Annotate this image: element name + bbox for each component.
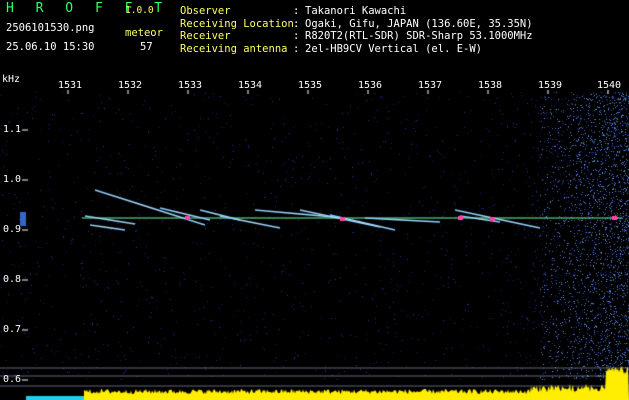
freq-tick-label: 0.9 <box>3 224 22 235</box>
app-version: 1.0.0 <box>125 5 154 16</box>
time-tick-label: 1536 <box>358 80 383 91</box>
time-tick-label: 1532 <box>118 80 143 91</box>
timestamp: 25.06.10 15:30 <box>6 41 95 53</box>
file-name: 2506101530.png <box>6 22 95 34</box>
time-tick-label: 1531 <box>58 80 83 91</box>
info-value: Ogaki, Gifu, JAPAN (136.60E, 35.35N) <box>305 17 533 30</box>
info-separator: : <box>293 17 306 30</box>
frequency-unit-label: kHz <box>2 74 21 85</box>
info-separator: : <box>293 5 306 17</box>
header-panel: H R O F F T 1.0.0 2506101530.png meteor … <box>0 0 629 70</box>
freq-tick-label: 1.0 <box>3 174 22 185</box>
time-tick-label: 1535 <box>298 80 323 91</box>
time-tick-label: 1533 <box>178 80 203 91</box>
info-separator: : <box>293 42 306 55</box>
info-value: 2el-HB9CV Vertical (el. E-W) <box>305 42 483 55</box>
freq-tick-label: 0.6 <box>3 374 22 385</box>
info-label: Receiving Location <box>180 17 294 30</box>
time-tick-label: 1538 <box>478 80 503 91</box>
spectrogram-panel: kHz 1531 1532 1533 1534 1535 1536 1537 1… <box>0 70 629 400</box>
info-row-location: Receiving Location : Ogaki, Gifu, JAPAN … <box>180 18 533 31</box>
info-separator: : <box>293 30 306 42</box>
freq-tick-label: 0.8 <box>3 274 22 285</box>
time-tick-label: 1540 <box>597 80 622 91</box>
hrofft-window: H R O F F T 1.0.0 2506101530.png meteor … <box>0 0 629 400</box>
spectrogram-canvas <box>0 70 629 400</box>
info-row-receiver: Receiver : R820T2(RTL-SDR) SDR-Sharp 53.… <box>180 30 533 43</box>
info-row-observer: Observer : Takanori Kawachi <box>180 5 533 18</box>
info-value: Takanori Kawachi <box>305 5 407 17</box>
info-label: Receiver <box>180 30 231 42</box>
time-tick-label: 1537 <box>418 80 443 91</box>
meteor-count: 57 <box>140 41 153 53</box>
freq-tick-label: 1.1 <box>3 124 22 135</box>
info-value: R820T2(RTL-SDR) SDR-Sharp 53.1000MHz <box>305 30 533 42</box>
station-info: Observer : Takanori Kawachi Receiving Lo… <box>180 5 533 55</box>
info-row-antenna: Receiving antenna : 2el-HB9CV Vertical (… <box>180 43 533 56</box>
freq-tick-label: 0.7 <box>3 324 22 335</box>
info-label: Receiving antenna <box>180 42 288 55</box>
time-tick-label: 1539 <box>538 80 563 91</box>
info-label: Observer <box>180 5 231 17</box>
time-tick-label: 1534 <box>238 80 263 91</box>
mode-label: meteor <box>125 27 163 39</box>
